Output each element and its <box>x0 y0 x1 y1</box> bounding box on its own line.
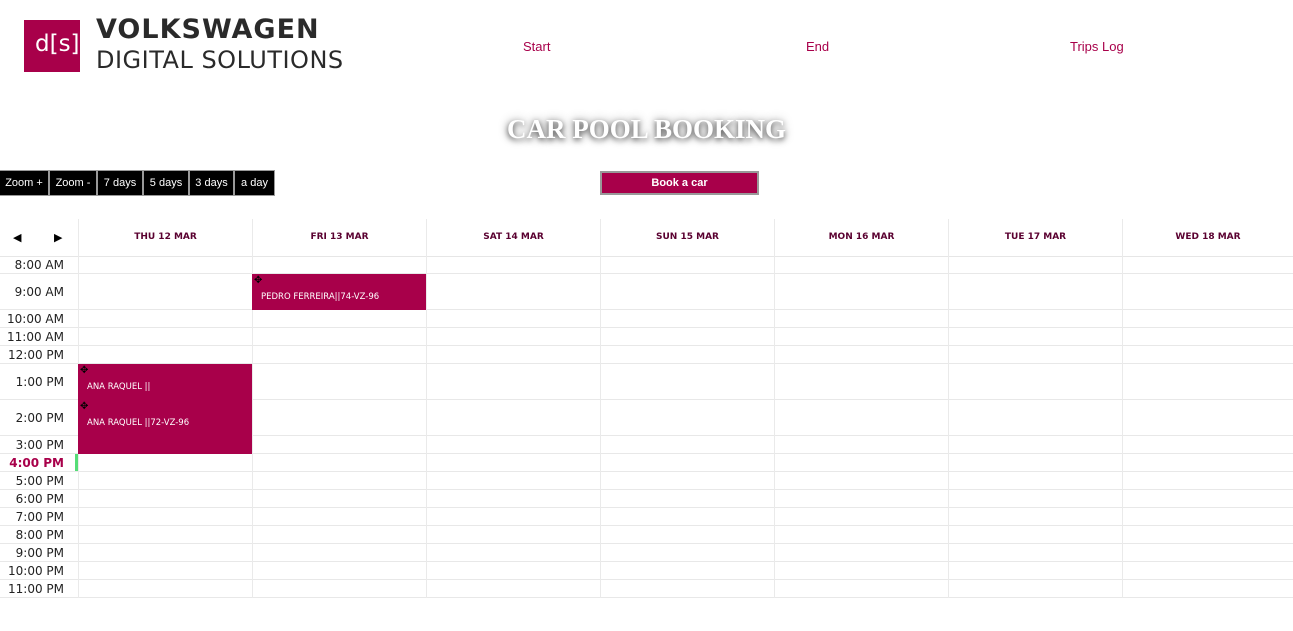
seven-days-button[interactable]: 7 days <box>97 170 143 196</box>
time-label: 11:00 PM <box>8 582 64 596</box>
time-row[interactable]: 9:00 AM <box>0 274 1293 310</box>
zoom-out-button[interactable]: Zoom - <box>49 170 97 196</box>
a-day-button[interactable]: a day <box>234 170 275 196</box>
time-row[interactable]: 12:00 PM <box>0 346 1293 364</box>
time-label: 10:00 PM <box>8 564 64 578</box>
time-label: 4:00 PM <box>9 456 64 470</box>
booking-label: PEDRO FERREIRA||74-VZ-96 <box>261 292 380 302</box>
time-label: 3:00 PM <box>15 438 64 452</box>
day-header-sat[interactable]: SAT 14 MAR <box>426 219 600 256</box>
time-label: 9:00 PM <box>15 546 64 560</box>
time-row[interactable]: 11:00 PM <box>0 580 1293 598</box>
time-row[interactable]: 6:00 PM <box>0 490 1293 508</box>
three-days-button[interactable]: 3 days <box>189 170 234 196</box>
nav-end-link[interactable]: End <box>806 39 829 54</box>
time-label: 6:00 PM <box>15 492 64 506</box>
day-column-divider <box>600 256 601 598</box>
nav-start-link[interactable]: Start <box>523 39 550 54</box>
move-handle-icon[interactable]: ✥ <box>80 402 88 412</box>
time-row[interactable]: 4:00 PM <box>0 454 1293 472</box>
logo-mark-text: d[s] <box>35 31 80 57</box>
time-label: 8:00 PM <box>15 528 64 542</box>
day-column-divider <box>1122 256 1123 598</box>
header: d[s] VOLKSWAGEN DIGITAL SOLUTIONS Start … <box>0 0 1293 95</box>
day-column-divider <box>774 256 775 598</box>
booking-event[interactable]: ✥ PEDRO FERREIRA||74-VZ-96 <box>252 274 426 310</box>
day-column-divider <box>948 256 949 598</box>
time-row[interactable]: 10:00 PM <box>0 562 1293 580</box>
time-label: 10:00 AM <box>7 312 64 326</box>
booking-label: ANA RAQUEL || <box>87 382 151 392</box>
time-row[interactable]: 8:00 AM <box>0 256 1293 274</box>
time-label: 1:00 PM <box>15 375 64 389</box>
move-handle-icon[interactable]: ✥ <box>80 366 88 376</box>
booking-event[interactable]: ✥ ANA RAQUEL ||72-VZ-96 <box>78 400 252 454</box>
time-label: 11:00 AM <box>7 330 64 344</box>
time-label: 8:00 AM <box>14 258 64 272</box>
day-header-sun[interactable]: SUN 15 MAR <box>600 219 774 256</box>
time-row[interactable]: 8:00 PM <box>0 526 1293 544</box>
time-label: 7:00 PM <box>15 510 64 524</box>
day-header-fri[interactable]: FRI 13 MAR <box>252 219 426 256</box>
time-label: 12:00 PM <box>8 348 64 362</box>
logo-line1: VOLKSWAGEN <box>96 14 320 45</box>
day-header-tue[interactable]: TUE 17 MAR <box>948 219 1122 256</box>
day-header-wed[interactable]: WED 18 MAR <box>1122 219 1293 256</box>
prev-arrow-icon[interactable]: ◀ <box>13 231 21 244</box>
time-row[interactable]: 9:00 PM <box>0 544 1293 562</box>
day-header-mon[interactable]: MON 16 MAR <box>774 219 948 256</box>
time-row[interactable]: 10:00 AM <box>0 310 1293 328</box>
zoom-in-button[interactable]: Zoom + <box>0 170 49 196</box>
day-column-divider <box>426 256 427 598</box>
day-header-thu[interactable]: THU 12 MAR <box>78 219 252 256</box>
time-row[interactable]: 11:00 AM <box>0 328 1293 346</box>
five-days-button[interactable]: 5 days <box>143 170 189 196</box>
move-handle-icon[interactable]: ✥ <box>254 276 262 286</box>
logo-line2: DIGITAL SOLUTIONS <box>96 46 344 74</box>
book-car-button[interactable]: Book a car <box>600 171 759 195</box>
time-label: 5:00 PM <box>15 474 64 488</box>
calendar-header: ◀ ▶ THU 12 MAR FRI 13 MAR SAT 14 MAR SUN… <box>0 219 1293 257</box>
nav-trips-log-link[interactable]: Trips Log <box>1070 39 1124 54</box>
page-title: CAR POOL BOOKING <box>506 114 787 144</box>
time-label: 2:00 PM <box>15 411 64 425</box>
time-row[interactable]: 7:00 PM <box>0 508 1293 526</box>
booking-event[interactable]: ✥ ANA RAQUEL || <box>78 364 252 400</box>
next-arrow-icon[interactable]: ▶ <box>54 231 62 244</box>
time-label: 9:00 AM <box>14 285 64 299</box>
time-row[interactable]: 5:00 PM <box>0 472 1293 490</box>
logo-mark: d[s] <box>24 20 80 72</box>
booking-label: ANA RAQUEL ||72-VZ-96 <box>87 418 190 428</box>
